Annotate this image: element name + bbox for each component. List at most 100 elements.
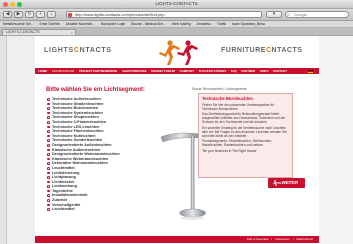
window-titlebar: LIGHTS-CONTACTS: [0, 0, 353, 9]
site-footer: Add to Favorites | Impressum | Datenschu…: [35, 236, 319, 243]
rss-dropdown-button[interactable]: ▾: [266, 11, 282, 18]
home-button[interactable]: ⌂: [47, 11, 56, 18]
add-button[interactable]: +: [36, 11, 45, 18]
nav-item-company[interactable]: COMPANY: [180, 68, 195, 74]
bullet-icon: [47, 125, 50, 129]
panel-paragraph: "Be your Business in The Right Hands": [202, 148, 258, 153]
page-background-right: [319, 36, 353, 244]
sidebar-gutter: [0, 36, 7, 244]
browser-toolbar: ◀ ▶ ↻ + ⌂ http://www.lights-contacts.com…: [0, 9, 353, 21]
bullet-icon: [47, 166, 50, 170]
german-flag-icon[interactable]: [308, 69, 313, 73]
bullet-icon: [47, 153, 50, 156]
segment-item[interactable]: Leuchtmittel: [47, 207, 157, 212]
bullet-icon: [47, 134, 50, 138]
window-title: LIGHTS-CONTACTS: [155, 1, 198, 6]
tab-lights-contacts[interactable]: LIGHTS-CONTACTS ×: [2, 29, 76, 35]
panel-title: Technische Büroleuchten: [202, 96, 253, 101]
nav-item-kontakt[interactable]: KONTAKT: [273, 68, 287, 74]
bullet-icon: [47, 143, 50, 147]
nav-item-market-forum[interactable]: MARKET FORUM: [151, 68, 175, 74]
bookmark-item[interactable]: Web hosting: [172, 22, 191, 26]
logo-right-prefix: FURNITURE: [221, 47, 266, 54]
bullet-icon: [47, 111, 50, 115]
nav-item-faq[interactable]: FAQ: [231, 68, 237, 74]
bookmark-item[interactable]: Amadeus: [197, 22, 211, 26]
footer-link-datenschutz[interactable]: Datenschutz: [296, 237, 313, 241]
main-navigation: HOME LICHTKATALOG PROJEKT PARTNERBÖRSE A…: [35, 68, 319, 74]
nav-item-home[interactable]: HOME: [39, 68, 48, 74]
bullet-icon: [47, 120, 50, 124]
segment-list: Technische Außenleuchten Technische Stra…: [47, 97, 157, 212]
back-button[interactable]: ◀: [3, 11, 12, 18]
google-icon: G: [287, 12, 291, 17]
bookmark-item[interactable]: Bookpoint Login: [101, 22, 125, 26]
nav-item-links[interactable]: LINKS: [260, 68, 269, 74]
segment-info-panel: Technische Büroleuchten Finden Sie hier …: [198, 93, 293, 178]
footer-links: Add to Favorites | Impressum | Datenschu…: [245, 236, 313, 243]
forward-button[interactable]: ▶: [14, 11, 23, 18]
logo-left-suffix: NTACTS: [79, 47, 112, 54]
bullet-icon: [47, 102, 50, 106]
bookmark-item[interactable]: Boczar - Medical Alm...: [131, 22, 166, 26]
bullet-icon: [47, 162, 50, 165]
nav-item-projekt-partnerboerse[interactable]: PROJEKT PARTNERBÖRSE: [79, 68, 118, 74]
bullet-icon: [47, 148, 50, 152]
search-placeholder: Google: [294, 12, 307, 17]
bullet-icon: [47, 208, 50, 211]
breadcrumb[interactable]: Suche: Büroleuchten | Lichtsegmente: [192, 87, 247, 91]
search-input[interactable]: G Google: [285, 11, 349, 18]
bookmark-item[interactable]: Traffic: [217, 22, 226, 26]
bullet-icon: [47, 130, 50, 133]
bullet-icon: [47, 157, 50, 161]
bullet-icon: [47, 180, 50, 184]
furniture-contacts-logo[interactable]: FURNITURECNTACTS: [221, 47, 302, 54]
logo-left-prefix: LIGHTS: [44, 47, 74, 54]
close-tab-icon[interactable]: ×: [71, 30, 73, 35]
segment-heading: Bitte wählen Sie ein Lichtsegment:: [46, 87, 146, 93]
panel-paragraph: Das Zertifizierungsportal für Beleuchtun…: [202, 112, 286, 124]
footer-separator: |: [271, 237, 273, 241]
page-viewport: LIGHTSCNTACTS FURNITURECNTACTS HOME LICH…: [0, 36, 353, 244]
nav-item-partner[interactable]: PARTNER: [241, 68, 255, 74]
runner-arrow-icon: [273, 180, 282, 186]
panel-paragraph: Finden Sie hier den passenden Vertriebsp…: [202, 102, 275, 111]
bookmark-item[interactable]: Erste Schritte: [39, 22, 59, 26]
nav-item-agenturboerse[interactable]: AGENTURBÖRSE: [122, 68, 147, 74]
weiter-label: WEITER: [281, 180, 298, 185]
nav-item-lichtkatalog[interactable]: LICHTKATALOG: [52, 68, 74, 74]
site-header: LIGHTSCNTACTS FURNITURECNTACTS: [35, 36, 319, 67]
tab-label: LIGHTS-CONTACTS: [6, 30, 40, 34]
bookmark-item[interactable]: bane Opamkes_Beka: [232, 22, 265, 26]
lights-contacts-logo[interactable]: LIGHTSCNTACTS: [44, 47, 112, 54]
site-favicon-icon: [68, 13, 72, 17]
reload-button[interactable]: ↻: [25, 11, 34, 18]
address-bar[interactable]: http://www.lights-contacts.com/preview/d…: [66, 11, 262, 18]
weiter-button[interactable]: WEITER: [268, 178, 305, 188]
bullet-icon: [47, 139, 50, 142]
bookmark-item[interactable]: Meistbesuchte Sei...: [3, 22, 34, 26]
logo-right-suffix: NTACTS: [271, 47, 303, 54]
nav-item-success-stories[interactable]: SUCCESS STORIES: [199, 68, 226, 74]
address-url: http://www.lights-contacts.com/preview/d…: [75, 12, 165, 17]
panel-paragraph: Ein schneller Einstieg für die Vertriebs…: [202, 125, 287, 138]
website: LIGHTSCNTACTS FURNITURECNTACTS HOME LICH…: [35, 36, 319, 244]
tab-bar: LIGHTS-CONTACTS ×: [0, 28, 353, 36]
bullet-icon: [47, 199, 50, 202]
footer-separator: |: [292, 237, 294, 241]
bookmark-item[interactable]: Aktuelle Nachrich...: [66, 22, 95, 26]
bullet-icon: [47, 171, 50, 175]
bullet-icon: [47, 107, 50, 110]
bullet-icon: [47, 98, 50, 101]
panel-paragraph: Produktsegmente: Pendelleuchten, Stehleu…: [202, 139, 272, 147]
bullet-icon: [47, 116, 50, 119]
bullet-icon: [47, 189, 50, 193]
bullet-icon: [47, 203, 50, 207]
bullet-icon: [47, 194, 50, 198]
footer-link-impressum[interactable]: Impressum: [275, 237, 290, 241]
bullet-icon: [47, 185, 50, 188]
bullet-icon: [47, 176, 50, 179]
bookmarks-bar: Meistbesuchte Sei... Erste Schritte Aktu…: [0, 21, 353, 28]
runners-logo-icon: [159, 40, 198, 65]
footer-link-favorites[interactable]: Add to Favorites: [247, 237, 269, 241]
